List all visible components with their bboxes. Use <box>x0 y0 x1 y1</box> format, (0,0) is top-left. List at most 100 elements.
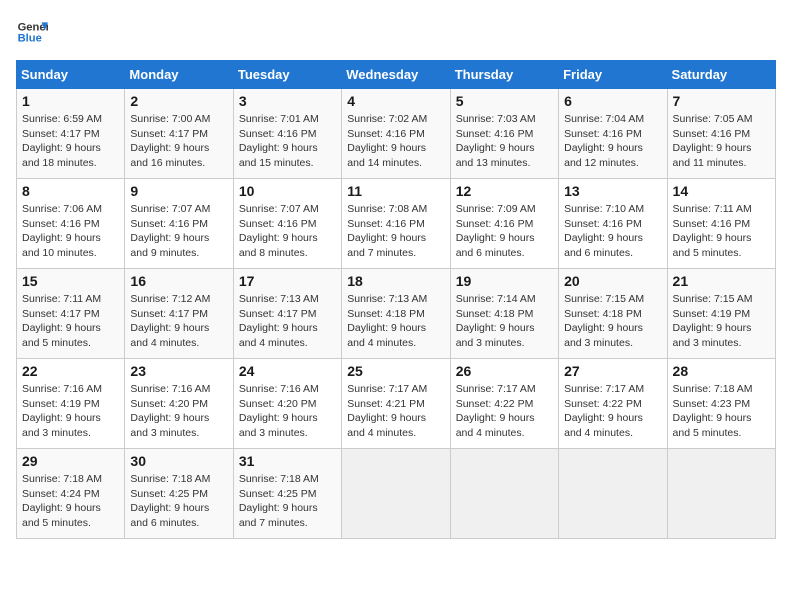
calendar-cell: 11 Sunrise: 7:08 AM Sunset: 4:16 PM Dayli… <box>342 179 450 269</box>
column-header-sunday: Sunday <box>17 61 125 89</box>
calendar-cell: 29Sunrise: 7:18 AM Sunset: 4:24 PM Dayli… <box>17 449 125 539</box>
calendar-cell: 10Sunrise: 7:07 AM Sunset: 4:16 PM Dayli… <box>233 179 341 269</box>
day-number: 16 <box>130 273 227 289</box>
calendar-table: SundayMondayTuesdayWednesdayThursdayFrid… <box>16 60 776 539</box>
day-number: 26 <box>456 363 553 379</box>
calendar-cell: 8Sunrise: 7:06 AM Sunset: 4:16 PM Daylig… <box>17 179 125 269</box>
day-info: Sunrise: 7:00 AM Sunset: 4:17 PM Dayligh… <box>130 112 227 171</box>
day-info: Sunrise: 7:14 AM Sunset: 4:18 PM Dayligh… <box>456 292 553 351</box>
logo-icon: General Blue <box>16 16 48 48</box>
calendar-cell: 2 Sunrise: 7:00 AM Sunset: 4:17 PM Daylig… <box>125 89 233 179</box>
day-number: 8 <box>22 183 119 199</box>
calendar-body: 1Sunrise: 6:59 AM Sunset: 4:17 PM Daylig… <box>17 89 776 539</box>
calendar-cell: 20 Sunrise: 7:15 AM Sunset: 4:18 PM Dayli… <box>559 269 667 359</box>
calendar-cell: 25 Sunrise: 7:17 AM Sunset: 4:21 PM Dayli… <box>342 359 450 449</box>
day-info: Sunrise: 7:01 AM Sunset: 4:16 PM Dayligh… <box>239 112 336 171</box>
day-info: Sunrise: 7:08 AM Sunset: 4:16 PM Dayligh… <box>347 202 444 261</box>
day-number: 27 <box>564 363 661 379</box>
day-info: Sunrise: 7:07 AM Sunset: 4:16 PM Dayligh… <box>130 202 227 261</box>
day-number: 19 <box>456 273 553 289</box>
calendar-cell: 13Sunrise: 7:10 AM Sunset: 4:16 PM Dayli… <box>559 179 667 269</box>
day-number: 24 <box>239 363 336 379</box>
calendar-cell: 14Sunrise: 7:11 AM Sunset: 4:16 PM Dayli… <box>667 179 775 269</box>
calendar-cell: 26 Sunrise: 7:17 AM Sunset: 4:22 PM Dayli… <box>450 359 558 449</box>
day-info: Sunrise: 7:15 AM Sunset: 4:18 PM Dayligh… <box>564 292 661 351</box>
calendar-cell: 31 Sunrise: 7:18 AM Sunset: 4:25 PM Dayli… <box>233 449 341 539</box>
day-info: Sunrise: 7:16 AM Sunset: 4:20 PM Dayligh… <box>239 382 336 441</box>
calendar-week-row: 8Sunrise: 7:06 AM Sunset: 4:16 PM Daylig… <box>17 179 776 269</box>
calendar-cell <box>667 449 775 539</box>
day-number: 2 <box>130 93 227 109</box>
calendar-week-row: 1Sunrise: 6:59 AM Sunset: 4:17 PM Daylig… <box>17 89 776 179</box>
day-number: 25 <box>347 363 444 379</box>
column-header-tuesday: Tuesday <box>233 61 341 89</box>
calendar-cell: 4 Sunrise: 7:02 AM Sunset: 4:16 PM Daylig… <box>342 89 450 179</box>
day-number: 12 <box>456 183 553 199</box>
day-info: Sunrise: 7:11 AM Sunset: 4:17 PM Dayligh… <box>22 292 119 351</box>
day-info: Sunrise: 7:18 AM Sunset: 4:25 PM Dayligh… <box>239 472 336 531</box>
day-info: Sunrise: 7:16 AM Sunset: 4:20 PM Dayligh… <box>130 382 227 441</box>
day-info: Sunrise: 7:16 AM Sunset: 4:19 PM Dayligh… <box>22 382 119 441</box>
calendar-cell: 7 Sunrise: 7:05 AM Sunset: 4:16 PM Daylig… <box>667 89 775 179</box>
day-number: 22 <box>22 363 119 379</box>
day-number: 6 <box>564 93 661 109</box>
column-header-wednesday: Wednesday <box>342 61 450 89</box>
calendar-week-row: 15 Sunrise: 7:11 AM Sunset: 4:17 PM Dayli… <box>17 269 776 359</box>
day-number: 9 <box>130 183 227 199</box>
logo: General Blue <box>16 16 48 48</box>
calendar-cell: 24 Sunrise: 7:16 AM Sunset: 4:20 PM Dayli… <box>233 359 341 449</box>
day-info: Sunrise: 7:03 AM Sunset: 4:16 PM Dayligh… <box>456 112 553 171</box>
calendar-week-row: 22 Sunrise: 7:16 AM Sunset: 4:19 PM Dayli… <box>17 359 776 449</box>
column-header-saturday: Saturday <box>667 61 775 89</box>
calendar-cell: 12 Sunrise: 7:09 AM Sunset: 4:16 PM Dayli… <box>450 179 558 269</box>
day-number: 21 <box>673 273 770 289</box>
calendar-cell: 1Sunrise: 6:59 AM Sunset: 4:17 PM Daylig… <box>17 89 125 179</box>
calendar-cell <box>450 449 558 539</box>
calendar-cell: 27 Sunrise: 7:17 AM Sunset: 4:22 PM Dayli… <box>559 359 667 449</box>
calendar-cell: 19 Sunrise: 7:14 AM Sunset: 4:18 PM Dayli… <box>450 269 558 359</box>
day-number: 3 <box>239 93 336 109</box>
column-header-thursday: Thursday <box>450 61 558 89</box>
calendar-cell: 28Sunrise: 7:18 AM Sunset: 4:23 PM Dayli… <box>667 359 775 449</box>
calendar-cell: 16 Sunrise: 7:12 AM Sunset: 4:17 PM Dayli… <box>125 269 233 359</box>
calendar-cell: 17Sunrise: 7:13 AM Sunset: 4:17 PM Dayli… <box>233 269 341 359</box>
day-info: Sunrise: 7:11 AM Sunset: 4:16 PM Dayligh… <box>673 202 770 261</box>
calendar-cell: 18Sunrise: 7:13 AM Sunset: 4:18 PM Dayli… <box>342 269 450 359</box>
day-number: 4 <box>347 93 444 109</box>
calendar-week-row: 29Sunrise: 7:18 AM Sunset: 4:24 PM Dayli… <box>17 449 776 539</box>
day-number: 31 <box>239 453 336 469</box>
calendar-cell: 22 Sunrise: 7:16 AM Sunset: 4:19 PM Dayli… <box>17 359 125 449</box>
calendar-cell: 9 Sunrise: 7:07 AM Sunset: 4:16 PM Daylig… <box>125 179 233 269</box>
column-header-friday: Friday <box>559 61 667 89</box>
calendar-cell: 6 Sunrise: 7:04 AM Sunset: 4:16 PM Daylig… <box>559 89 667 179</box>
day-info: Sunrise: 7:05 AM Sunset: 4:16 PM Dayligh… <box>673 112 770 171</box>
day-number: 23 <box>130 363 227 379</box>
column-header-monday: Monday <box>125 61 233 89</box>
day-number: 11 <box>347 183 444 199</box>
day-number: 15 <box>22 273 119 289</box>
day-info: Sunrise: 7:17 AM Sunset: 4:22 PM Dayligh… <box>564 382 661 441</box>
day-info: Sunrise: 7:18 AM Sunset: 4:25 PM Dayligh… <box>130 472 227 531</box>
day-info: Sunrise: 7:18 AM Sunset: 4:23 PM Dayligh… <box>673 382 770 441</box>
day-info: Sunrise: 7:04 AM Sunset: 4:16 PM Dayligh… <box>564 112 661 171</box>
calendar-cell: 23 Sunrise: 7:16 AM Sunset: 4:20 PM Dayli… <box>125 359 233 449</box>
svg-text:Blue: Blue <box>18 33 42 45</box>
day-number: 20 <box>564 273 661 289</box>
calendar-cell <box>342 449 450 539</box>
day-number: 30 <box>130 453 227 469</box>
day-number: 17 <box>239 273 336 289</box>
day-number: 5 <box>456 93 553 109</box>
day-info: Sunrise: 7:17 AM Sunset: 4:21 PM Dayligh… <box>347 382 444 441</box>
day-info: Sunrise: 7:07 AM Sunset: 4:16 PM Dayligh… <box>239 202 336 261</box>
day-info: Sunrise: 7:15 AM Sunset: 4:19 PM Dayligh… <box>673 292 770 351</box>
calendar-cell: 3 Sunrise: 7:01 AM Sunset: 4:16 PM Daylig… <box>233 89 341 179</box>
day-number: 7 <box>673 93 770 109</box>
day-info: Sunrise: 7:02 AM Sunset: 4:16 PM Dayligh… <box>347 112 444 171</box>
day-info: Sunrise: 7:17 AM Sunset: 4:22 PM Dayligh… <box>456 382 553 441</box>
calendar-cell: 21 Sunrise: 7:15 AM Sunset: 4:19 PM Dayli… <box>667 269 775 359</box>
day-number: 18 <box>347 273 444 289</box>
day-info: Sunrise: 7:09 AM Sunset: 4:16 PM Dayligh… <box>456 202 553 261</box>
day-number: 13 <box>564 183 661 199</box>
calendar-cell <box>559 449 667 539</box>
day-info: Sunrise: 7:12 AM Sunset: 4:17 PM Dayligh… <box>130 292 227 351</box>
